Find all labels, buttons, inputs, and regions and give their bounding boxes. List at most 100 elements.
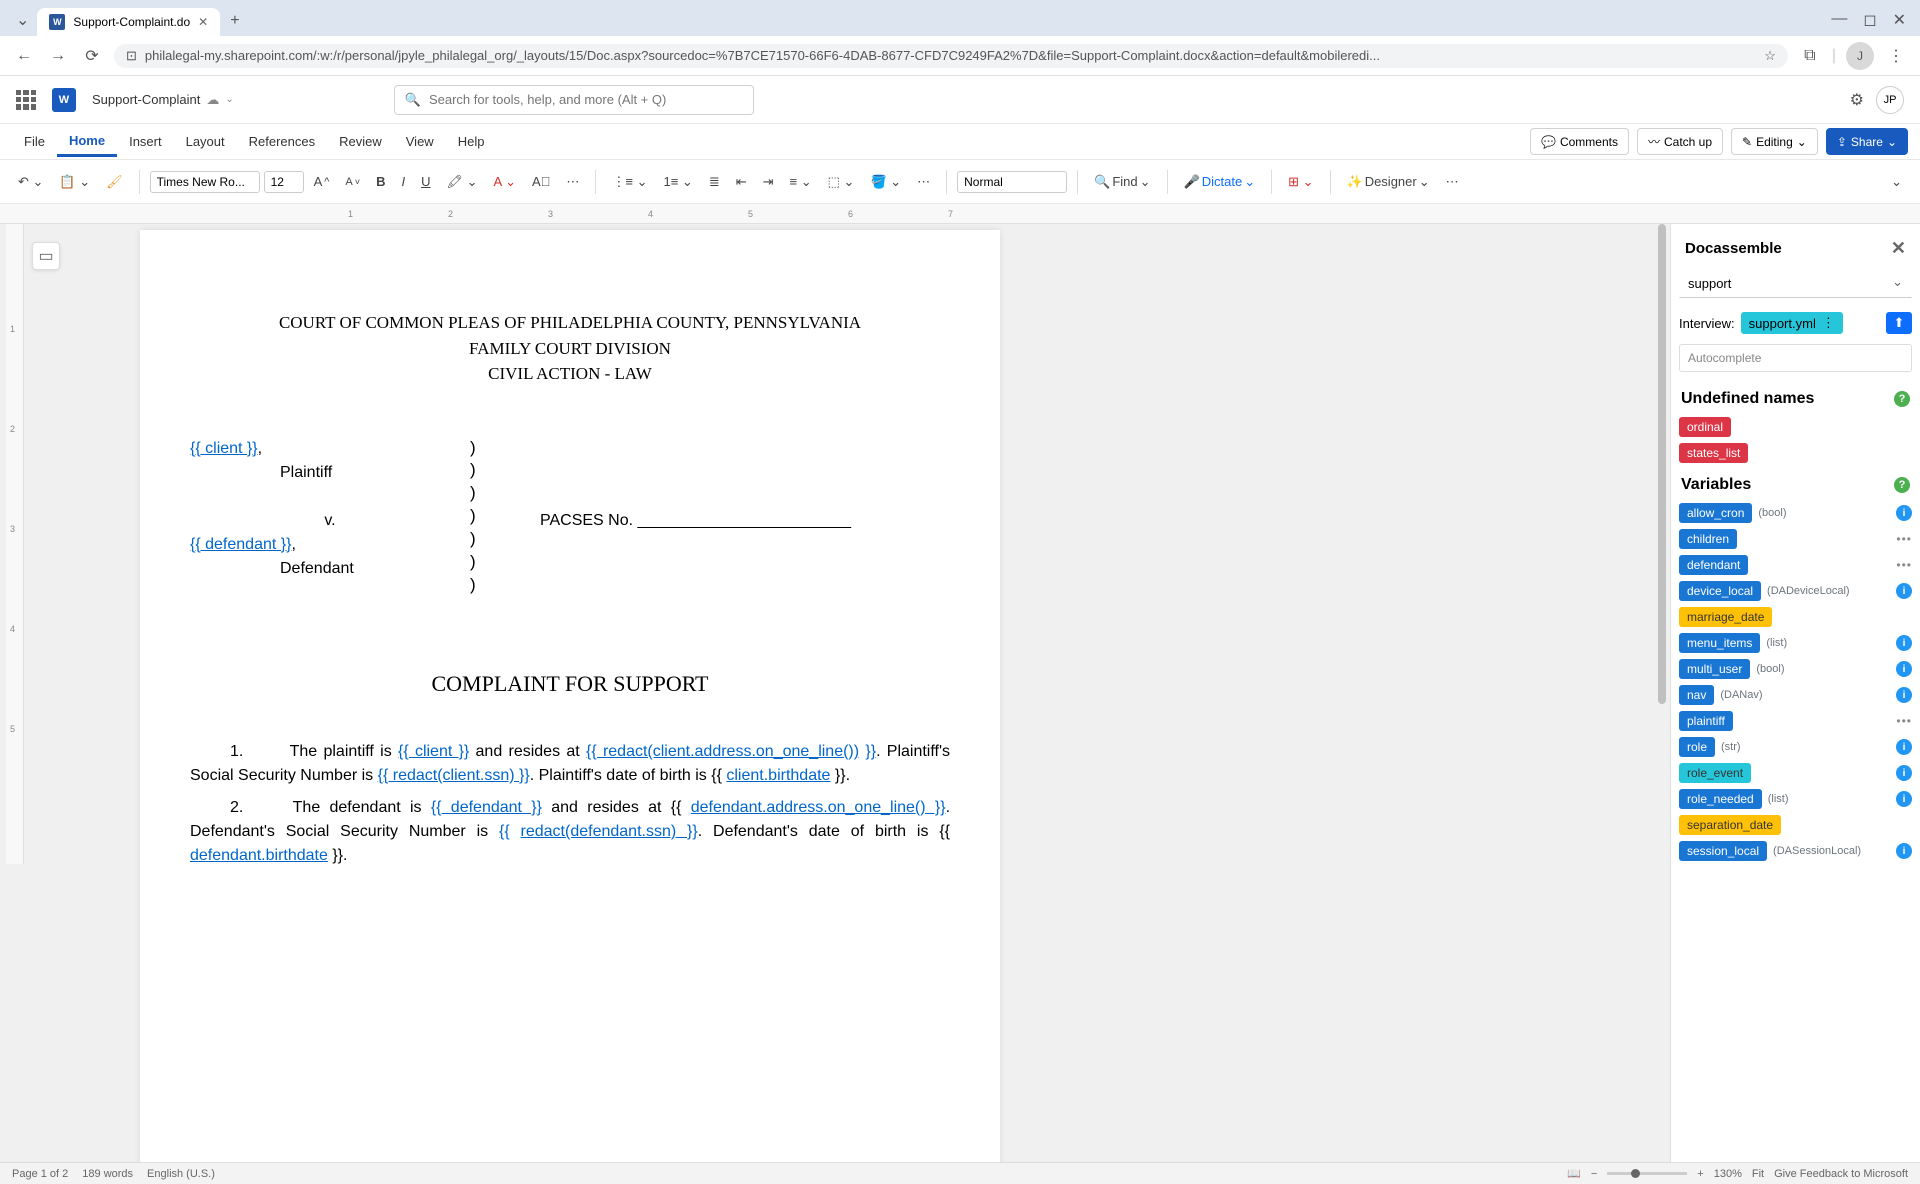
help-icon[interactable]: ? (1894, 477, 1910, 493)
font-size-select[interactable] (264, 171, 304, 193)
variable-tag-device-local[interactable]: device_local (1679, 581, 1761, 601)
zoom-out-button[interactable]: − (1591, 1168, 1597, 1180)
info-icon[interactable]: i (1896, 583, 1912, 599)
user-avatar[interactable]: JP (1876, 86, 1904, 114)
font-select[interactable] (150, 171, 260, 193)
comments-button[interactable]: 💬 Comments (1530, 128, 1629, 155)
increase-indent-button[interactable]: ⇥ (757, 170, 780, 194)
underline-button[interactable]: U (415, 170, 436, 193)
variable-tag-role-event[interactable]: role_event (1679, 763, 1751, 783)
profile-avatar[interactable]: J (1846, 42, 1874, 70)
panel-close-icon[interactable]: ✕ (1891, 238, 1906, 259)
font-color-button[interactable]: A ⌄ (488, 170, 522, 194)
designer-button[interactable]: ✨ Designer ⌄ (1341, 170, 1436, 194)
variable-tag-allow-cron[interactable]: allow_cron (1679, 503, 1752, 523)
zoom-level[interactable]: 130% (1714, 1168, 1742, 1180)
info-icon[interactable]: i (1896, 791, 1912, 807)
new-tab-button[interactable]: + (220, 6, 249, 36)
variable-tag-plaintiff[interactable]: plaintiff (1679, 711, 1733, 731)
catchup-button[interactable]: 〰 Catch up (1637, 128, 1723, 155)
variable-tag-multi-user[interactable]: multi_user (1679, 659, 1750, 679)
more-para-button[interactable]: ⋯ (911, 170, 936, 194)
multilevel-button[interactable]: ≣ (703, 170, 726, 194)
site-info-icon[interactable]: ⊡ (126, 48, 137, 64)
document-canvas[interactable]: 1 2 3 4 5 ▭ COURT OF COMMON PLEAS OF PHI… (0, 224, 1670, 1162)
italic-button[interactable]: I (395, 170, 411, 193)
find-button[interactable]: 🔍 Find ⌄ (1088, 170, 1156, 194)
settings-icon[interactable]: ⚙ (1850, 90, 1864, 110)
reload-button[interactable]: ⟳ (80, 44, 104, 68)
zoom-slider[interactable] (1607, 1172, 1687, 1175)
info-icon[interactable]: i (1896, 635, 1912, 651)
autocomplete-input[interactable]: Autocomplete (1679, 344, 1912, 372)
tab-dropdown[interactable]: ⌄ (8, 4, 37, 36)
upload-button[interactable]: ⬆ (1886, 312, 1912, 334)
info-icon[interactable]: i (1896, 661, 1912, 677)
undefined-tag-ordinal[interactable]: ordinal (1679, 417, 1731, 437)
forward-button[interactable]: → (46, 44, 70, 68)
more-icon[interactable]: ••• (1896, 558, 1912, 572)
clear-formatting-button[interactable]: A⃠ (526, 170, 556, 193)
variable-tag-children[interactable]: children (1679, 529, 1737, 549)
more-icon[interactable]: ••• (1896, 532, 1912, 546)
document-title[interactable]: Support-Complaint ☁ ⌄ (92, 92, 234, 108)
menu-help[interactable]: Help (446, 128, 497, 155)
menu-view[interactable]: View (394, 128, 446, 155)
bold-button[interactable]: B (370, 170, 391, 193)
title-dropdown-icon[interactable]: ⌄ (225, 94, 233, 105)
highlight-button[interactable]: 🖍 ⌄ (441, 170, 484, 194)
variable-tag-separation-date[interactable]: separation_date (1679, 815, 1781, 835)
horizontal-ruler[interactable]: 1 2 3 4 5 6 7 (0, 204, 1920, 224)
editing-button[interactable]: ✎ Editing ⌄ (1731, 128, 1818, 155)
variable-tag-role-needed[interactable]: role_needed (1679, 789, 1762, 809)
decrease-indent-button[interactable]: ⇤ (730, 170, 753, 194)
variable-tag-role[interactable]: role (1679, 737, 1715, 757)
shading-button[interactable]: 🪣 ⌄ (864, 170, 907, 194)
app-launcher-icon[interactable] (16, 90, 36, 110)
grow-font-button[interactable]: A^ (308, 170, 336, 193)
navigation-pane-toggle[interactable]: ▭ (32, 242, 60, 270)
vertical-scrollbar[interactable] (1656, 224, 1668, 1162)
format-painter-button[interactable]: 🖌 (100, 170, 129, 194)
close-tab-icon[interactable]: ✕ (198, 15, 208, 29)
share-button[interactable]: ⇪ Share ⌄ (1826, 128, 1908, 155)
browser-menu-icon[interactable]: ⋮ (1884, 44, 1908, 68)
info-icon[interactable]: i (1896, 687, 1912, 703)
style-select[interactable] (957, 171, 1067, 193)
menu-layout[interactable]: Layout (174, 128, 237, 155)
maximize-icon[interactable]: ◻ (1863, 10, 1876, 30)
align-button[interactable]: ≡ ⌄ (784, 170, 818, 194)
numbering-button[interactable]: 1≡ ⌄ (658, 170, 699, 194)
more-toolbar-button[interactable]: ⋯ (1440, 170, 1465, 194)
help-icon[interactable]: ? (1894, 391, 1910, 407)
variable-tag-defendant[interactable]: defendant (1679, 555, 1748, 575)
variable-tag-marriage-date[interactable]: marriage_date (1679, 607, 1772, 627)
more-font-button[interactable]: ⋯ (560, 170, 585, 194)
info-icon[interactable]: i (1896, 843, 1912, 859)
menu-review[interactable]: Review (327, 128, 394, 155)
url-input[interactable]: ⊡ philalegal-my.sharepoint.com/:w:/r/per… (114, 44, 1788, 68)
menu-file[interactable]: File (12, 128, 57, 155)
menu-references[interactable]: References (237, 128, 327, 155)
menu-home[interactable]: Home (57, 127, 117, 157)
interview-menu-icon[interactable]: ⋮ (1822, 315, 1835, 331)
minimize-icon[interactable]: — (1831, 10, 1847, 30)
addins-button[interactable]: ⊞ ⌄ (1282, 170, 1319, 194)
shrink-font-button[interactable]: A˅ (339, 172, 366, 192)
more-icon[interactable]: ••• (1896, 714, 1912, 728)
language-status[interactable]: English (U.S.) (147, 1168, 215, 1180)
back-button[interactable]: ← (12, 44, 36, 68)
close-window-icon[interactable]: ✕ (1893, 10, 1906, 30)
vertical-ruler[interactable]: 1 2 3 4 5 (6, 224, 24, 864)
variable-tag-session-local[interactable]: session_local (1679, 841, 1767, 861)
collapse-ribbon-button[interactable]: ⌄ (1885, 170, 1908, 194)
document-page[interactable]: COURT OF COMMON PLEAS OF PHILADELPHIA CO… (140, 230, 1000, 1162)
interview-file-tag[interactable]: support.yml ⋮ (1741, 312, 1843, 334)
zoom-in-button[interactable]: + (1697, 1168, 1703, 1180)
undo-button[interactable]: ↶ ⌄ (12, 170, 49, 194)
extensions-icon[interactable]: ⧉ (1798, 44, 1822, 68)
fit-button[interactable]: Fit (1752, 1168, 1764, 1180)
variable-tag-nav[interactable]: nav (1679, 685, 1714, 705)
variable-tag-menu-items[interactable]: menu_items (1679, 633, 1760, 653)
clipboard-button[interactable]: 📋 ⌄ (53, 170, 96, 194)
